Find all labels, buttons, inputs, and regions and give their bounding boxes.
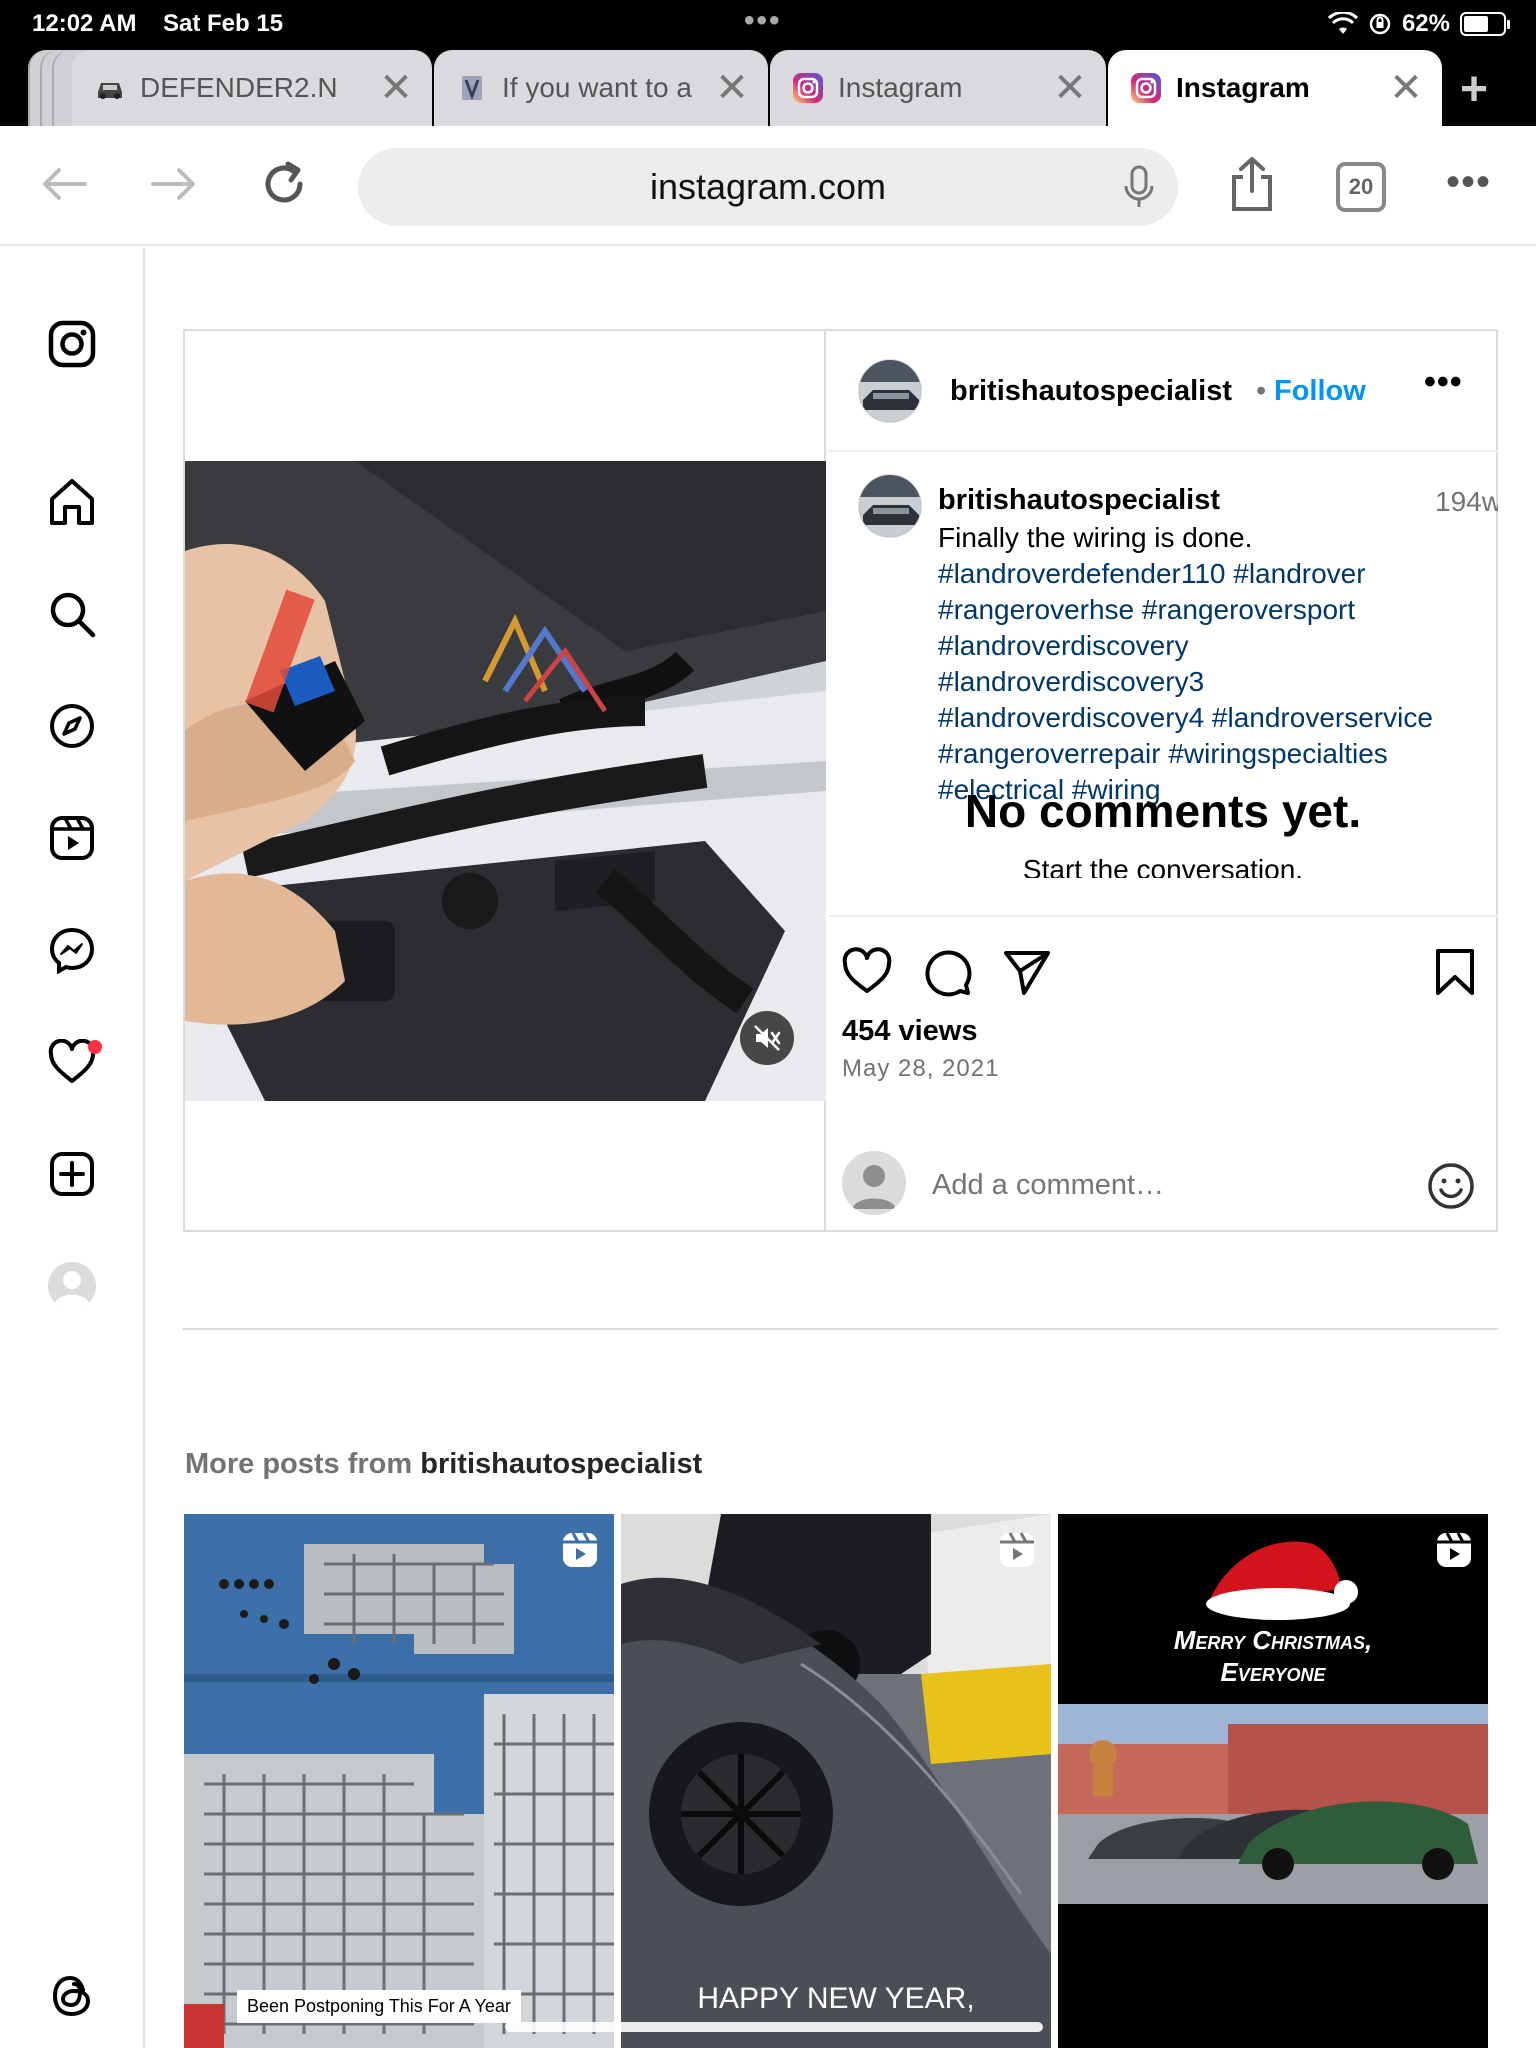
reels-icon[interactable] [44, 810, 100, 866]
profile-icon[interactable] [44, 1258, 100, 1314]
multitask-dots-icon[interactable]: ••• [744, 4, 782, 38]
caption-text: Finally the wiring is done. #landroverde… [938, 520, 1458, 808]
wifi-icon [1327, 12, 1358, 34]
battery-icon [1460, 12, 1510, 36]
comment-icon[interactable] [920, 945, 974, 999]
start-conversation-text: Start the conversation. [1022, 854, 1304, 878]
status-time: 12:02 AM [32, 10, 137, 37]
browser-toolbar: instagram.com [0, 126, 1536, 246]
share-icon[interactable] [1222, 154, 1282, 214]
separator-dot: • [1256, 375, 1267, 407]
tab-instagram-active[interactable]: Instagram ✕ [1108, 50, 1442, 126]
tab-title: If you want to a [502, 72, 692, 103]
author-avatar[interactable] [858, 359, 922, 423]
post-sidebar: britishautospecialist • Follow ••• briti… [828, 331, 1498, 1230]
tab-count-button[interactable]: 20 [1336, 162, 1386, 212]
more-options-icon[interactable]: ••• [1446, 160, 1491, 205]
thumb-caption: Merry Christmas, Everyone [1058, 1624, 1488, 1688]
post-header: britishautospecialist • Follow ••• [828, 331, 1498, 452]
video-frame-image [185, 461, 826, 1101]
valve-body-image [184, 1514, 614, 2048]
home-icon[interactable] [44, 474, 100, 530]
post-card: britishautospecialist • Follow ••• briti… [183, 329, 1498, 1232]
url-text: instagram.com [649, 166, 887, 207]
post-video[interactable] [185, 461, 826, 1101]
more-post-thumb-2[interactable]: HAPPY NEW YEAR, [621, 1514, 1051, 2048]
reel-badge-icon [1000, 1532, 1034, 1567]
forward-icon[interactable] [144, 154, 204, 214]
post-options-icon[interactable]: ••• [1424, 363, 1463, 402]
tab-title: Instagram [1176, 72, 1310, 103]
thumb-caption: HAPPY NEW YEAR, [697, 1982, 975, 2015]
status-date: Sat Feb 15 [163, 10, 284, 37]
comment-input[interactable] [932, 1169, 1352, 1202]
reload-icon[interactable] [254, 154, 314, 214]
back-icon[interactable] [34, 154, 94, 214]
create-icon[interactable] [44, 1146, 100, 1202]
post-actions: 454 views May 28, 2021 [828, 915, 1498, 1230]
mute-toggle-button[interactable] [740, 1011, 794, 1065]
tab-if-you-want[interactable]: If you want to a ✕ [434, 50, 768, 126]
more-posts-username[interactable]: britishautospecialist [420, 1448, 702, 1480]
caption-avatar[interactable] [858, 474, 922, 538]
current-user-avatar [842, 1151, 906, 1215]
thumb-caption-line2: Everyone [1220, 1657, 1326, 1687]
tab-instagram[interactable]: Instagram ✕ [770, 50, 1106, 126]
tab-defender[interactable]: DEFENDER2.N ✕ [72, 50, 432, 126]
more-posts-prefix: More posts from [185, 1448, 413, 1480]
caption-username[interactable]: britishautospecialist [938, 484, 1220, 517]
new-tab-icon[interactable]: + [1460, 62, 1488, 117]
car-icon [98, 83, 122, 99]
no-comments-heading: No comments yet. [964, 785, 1362, 837]
add-comment-row [828, 1117, 1498, 1232]
instagram-logo-icon[interactable] [44, 316, 100, 372]
post-caption: britishautospecialist 194w Finally the w… [828, 454, 1498, 878]
close-tab-icon[interactable]: ✕ [1050, 65, 1090, 111]
share-icon[interactable] [1000, 945, 1054, 999]
instagram-icon [1131, 73, 1161, 103]
page-icon [462, 76, 482, 101]
muted-speaker-icon [754, 1025, 781, 1051]
view-count: 454 views [842, 1015, 978, 1047]
caption-body: Finally the wiring is done. [938, 522, 1253, 553]
follow-button[interactable]: Follow [1274, 375, 1366, 408]
close-tab-icon[interactable]: ✕ [1386, 65, 1426, 111]
caption-hashtags[interactable]: #landroverdefender110 #landrover #ranger… [938, 556, 1458, 808]
close-tab-icon[interactable]: ✕ [376, 65, 416, 111]
microphone-icon[interactable] [1122, 164, 1156, 210]
author-username[interactable]: britishautospecialist [950, 375, 1232, 408]
more-post-thumb-1[interactable]: Been Postponing This For A Year [184, 1514, 614, 2048]
search-icon[interactable] [44, 586, 100, 642]
cars-image [621, 1514, 1051, 2048]
thumb-caption-line1: Merry Christmas, [1173, 1625, 1373, 1655]
messenger-icon[interactable] [44, 922, 100, 978]
threads-icon[interactable] [44, 1968, 100, 2024]
status-bar: 12:02 AM Sat Feb 15 ••• 62% [0, 0, 1536, 46]
notification-dot [88, 1040, 102, 1054]
battery-percent: 62% [1401, 10, 1450, 37]
close-tab-icon[interactable]: ✕ [712, 65, 752, 111]
save-bookmark-icon[interactable] [1428, 945, 1482, 999]
instagram-sidebar [0, 248, 145, 2048]
tab-title: DEFENDER2.N [140, 72, 338, 103]
christmas-image [1058, 1514, 1488, 2048]
orientation-lock-icon [1369, 13, 1391, 35]
reel-badge-icon [1437, 1532, 1471, 1567]
address-bar[interactable]: instagram.com [358, 148, 1178, 226]
explore-icon[interactable] [44, 698, 100, 754]
status-right: 62% [1327, 10, 1510, 38]
tab-title: Instagram [838, 72, 963, 103]
instagram-icon [793, 73, 823, 103]
post-date: May 28, 2021 [842, 1055, 1000, 1082]
more-post-thumb-3[interactable]: Merry Christmas, Everyone [1058, 1514, 1488, 2048]
more-posts-heading: More posts from britishautospecialist [185, 1448, 702, 1481]
horizontal-scrollbar[interactable] [505, 2022, 1043, 2032]
like-heart-icon[interactable] [840, 945, 894, 999]
emoji-icon[interactable] [1426, 1161, 1476, 1211]
section-divider [183, 1328, 1498, 1330]
reel-badge-icon [563, 1532, 597, 1567]
thumb-caption: Been Postponing This For A Year [237, 1990, 521, 2023]
post-age: 194w [1435, 486, 1498, 517]
post-media [185, 331, 826, 1230]
